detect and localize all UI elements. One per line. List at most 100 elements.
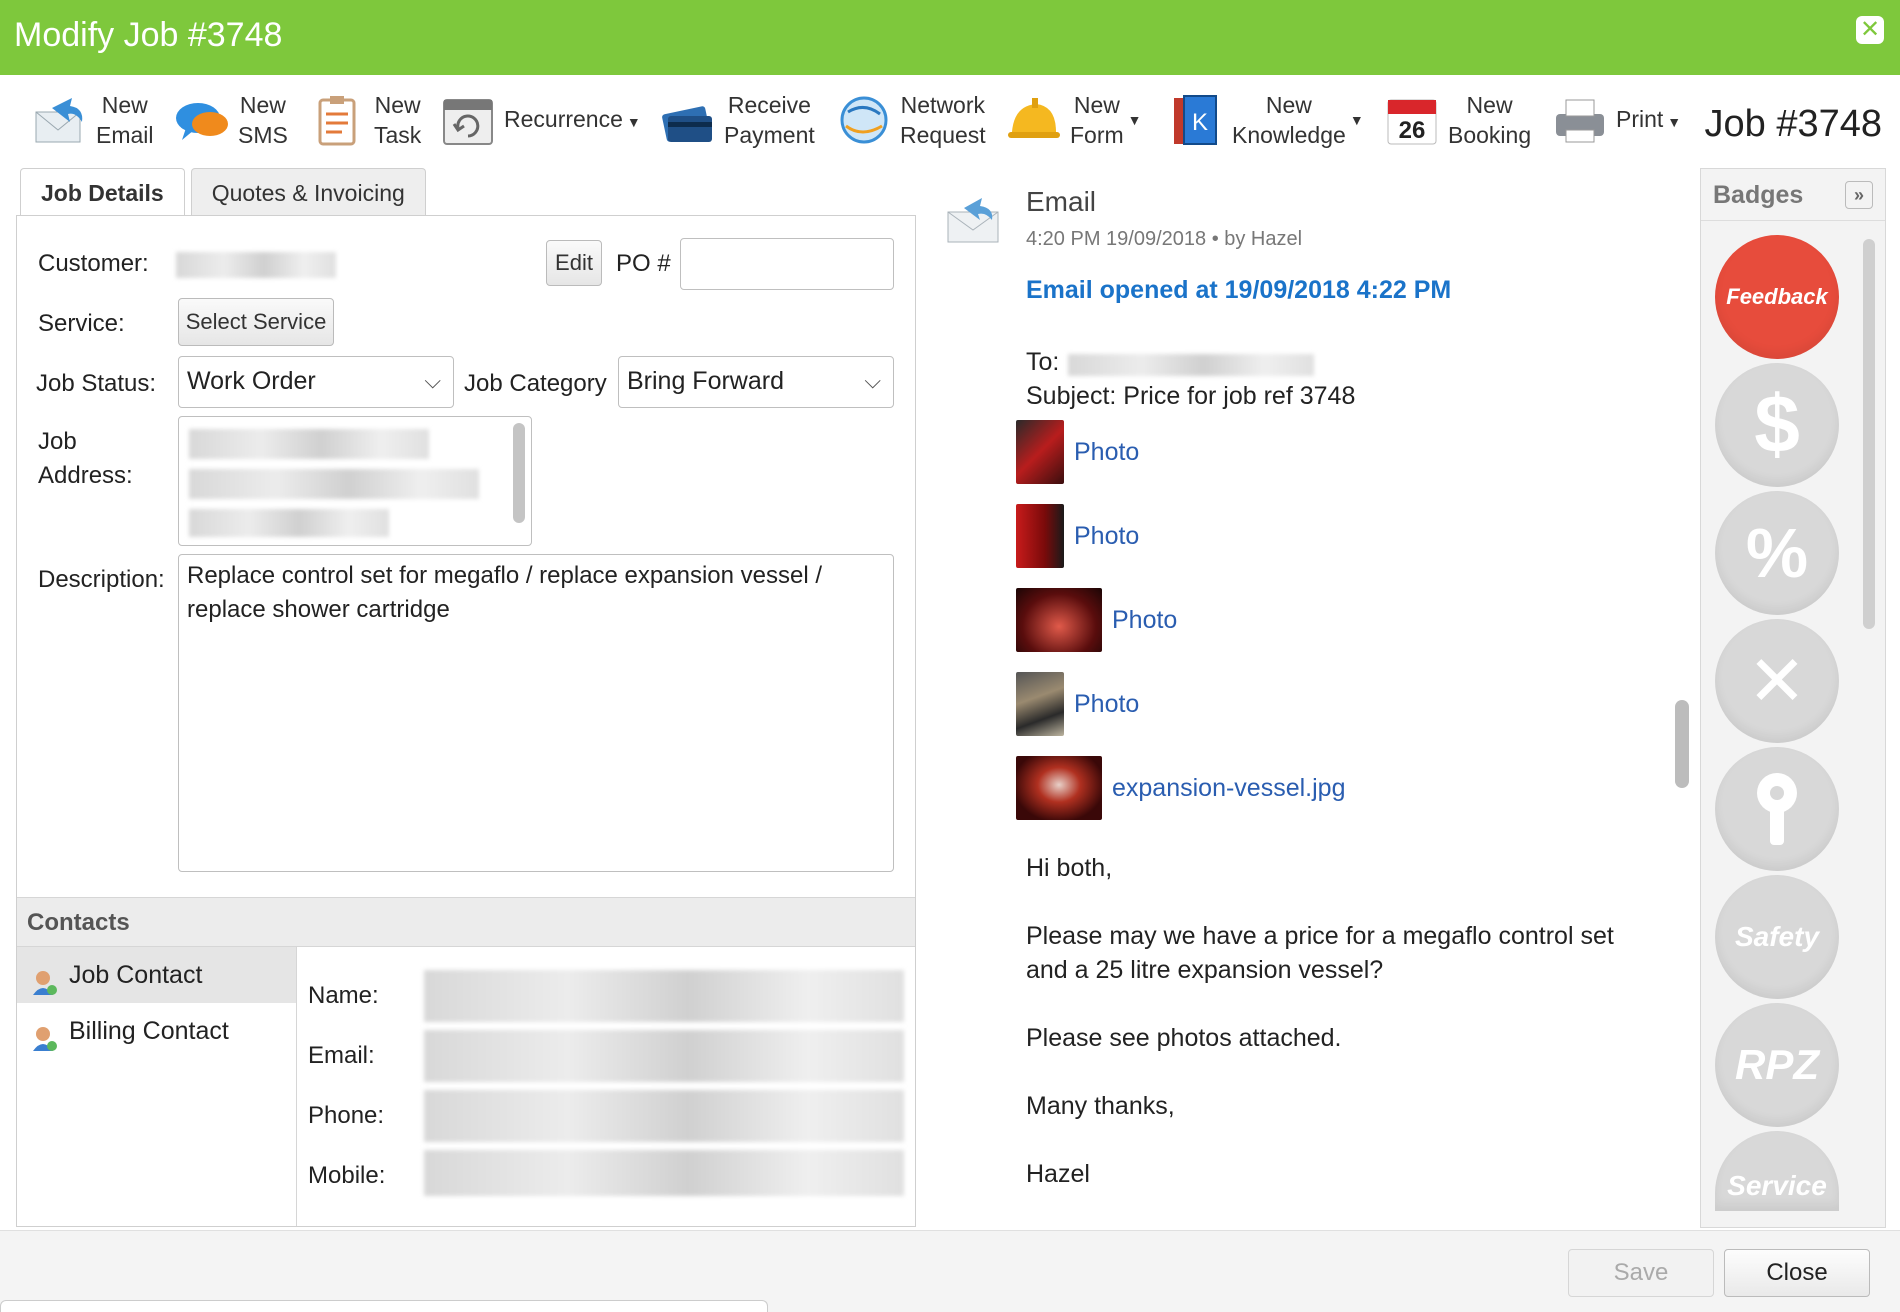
badge-percent-icon[interactable]: % — [1715, 491, 1839, 615]
description-label: Description: — [38, 566, 165, 593]
attachment-link[interactable]: Photo — [1074, 522, 1139, 551]
badge-dollar-icon[interactable]: $ — [1715, 363, 1839, 487]
po-number-input[interactable] — [680, 238, 894, 290]
contact-phone-redacted[interactable] — [424, 1090, 904, 1142]
network-request-label-1: Network — [900, 92, 986, 118]
new-email-button[interactable]: New Email — [32, 75, 154, 165]
badge-key-icon[interactable] — [1715, 747, 1839, 871]
email-recipient-redacted — [1068, 354, 1314, 376]
new-booking-button[interactable]: 26 New Booking — [1384, 75, 1531, 165]
new-knowledge-button[interactable]: K New Knowledge ▼ — [1168, 75, 1364, 165]
badges-heading: Badges » — [1701, 169, 1885, 221]
underlying-window-edge — [0, 1300, 768, 1312]
recurrence-icon — [440, 92, 496, 148]
service-label: Service: — [38, 310, 125, 337]
close-button[interactable]: Close — [1724, 1249, 1870, 1297]
caret-down-icon: ▼ — [1349, 112, 1364, 128]
contact-mobile-redacted[interactable] — [424, 1150, 904, 1196]
expand-panel-icon[interactable]: » — [1845, 181, 1873, 209]
job-category-select[interactable]: Bring Forward ⌵ — [618, 356, 894, 408]
new-sms-label-1: New — [239, 92, 286, 118]
address-scrollbar[interactable] — [513, 423, 525, 523]
job-address-label-line2: Address: — [38, 462, 133, 489]
badge-feedback[interactable]: Feedback — [1715, 235, 1839, 359]
email-body-line: Hazel — [1026, 1160, 1090, 1188]
network-globe-icon — [836, 92, 892, 148]
caret-down-icon: ▼ — [1667, 113, 1682, 130]
badge-rpz[interactable]: RPZ — [1715, 1003, 1839, 1127]
contact-email-label: Email: — [308, 1042, 375, 1069]
email-body-line: Please see photos attached. — [1026, 1024, 1342, 1052]
new-form-label-1: New — [1073, 92, 1120, 118]
email-subject: Subject: Price for job ref 3748 — [1026, 382, 1356, 410]
payment-card-icon — [660, 92, 716, 148]
edit-customer-button[interactable]: Edit — [546, 240, 602, 286]
badge-service[interactable]: Service — [1715, 1131, 1839, 1211]
attachment-item[interactable]: Photo — [1016, 420, 1139, 484]
job-address-textarea[interactable] — [178, 416, 532, 546]
new-knowledge-label-2: Knowledge — [1232, 122, 1346, 148]
new-sms-label-2: SMS — [238, 122, 288, 148]
email-opened-status: Email opened at 19/09/2018 4:22 PM — [1026, 276, 1452, 304]
chevron-down-icon: ⌵ — [864, 368, 881, 393]
close-window-icon[interactable]: ✕ — [1856, 16, 1884, 44]
attachment-item[interactable]: expansion-vessel.jpg — [1016, 756, 1345, 820]
tab-job-details[interactable]: Job Details — [20, 168, 185, 218]
receive-payment-label-1: Receive — [727, 92, 811, 118]
svg-text:K: K — [1192, 109, 1208, 136]
badges-panel: Badges » Feedback $ % ✕ Safety RPZ Servi… — [1700, 168, 1886, 1228]
job-category-label: Job Category — [464, 370, 607, 397]
recurrence-button[interactable]: Recurrence ▼ — [440, 75, 641, 165]
attachment-link[interactable]: Photo — [1074, 690, 1139, 719]
attachment-thumbnail — [1016, 588, 1102, 652]
job-address-label-line1: Job — [38, 428, 77, 455]
job-number-heading: Job #3748 — [1704, 103, 1883, 145]
form-helmet-icon — [1006, 92, 1062, 148]
tab-quotes-invoicing[interactable]: Quotes & Invoicing — [190, 168, 426, 216]
save-button[interactable]: Save — [1568, 1249, 1714, 1297]
job-status-select[interactable]: Work Order ⌵ — [178, 356, 454, 408]
email-title: Email — [1026, 186, 1097, 217]
badges-scrollbar[interactable] — [1863, 239, 1875, 629]
description-textarea[interactable]: Replace control set for megaflo / replac… — [178, 554, 894, 872]
chevron-down-icon: ⌵ — [424, 368, 441, 393]
new-sms-button[interactable]: New SMS — [174, 75, 288, 165]
attachment-link[interactable]: Photo — [1112, 606, 1177, 635]
email-panel-scrollbar[interactable] — [1675, 700, 1689, 788]
contact-item-label: Job Contact — [69, 961, 203, 989]
task-clipboard-icon — [310, 92, 366, 148]
attachment-link[interactable]: Photo — [1074, 438, 1139, 467]
attachment-item[interactable]: Photo — [1016, 672, 1139, 736]
address-line-redacted — [189, 429, 429, 459]
print-button[interactable]: Print ▼ — [1552, 75, 1681, 165]
attachment-item[interactable]: Photo — [1016, 588, 1177, 652]
email-body-line: Please may we have a price for a megaflo… — [1026, 922, 1614, 950]
new-form-button[interactable]: New Form ▼ — [1006, 75, 1142, 165]
attachment-link[interactable]: expansion-vessel.jpg — [1112, 774, 1345, 803]
address-line-redacted — [189, 509, 389, 537]
attachment-thumbnail — [1016, 672, 1064, 736]
new-task-button[interactable]: New Task — [310, 75, 421, 165]
contacts-heading: Contacts — [17, 897, 915, 947]
badge-safety[interactable]: Safety — [1715, 875, 1839, 999]
email-to: To: — [1026, 348, 1059, 377]
attachment-item[interactable]: Photo — [1016, 504, 1139, 568]
contact-item-job[interactable]: Job Contact — [17, 947, 296, 1003]
contact-item-billing[interactable]: Billing Contact — [17, 1003, 296, 1059]
contact-name-label: Name: — [308, 982, 379, 1009]
network-request-button[interactable]: Network Request — [836, 75, 986, 165]
receive-payment-button[interactable]: Receive Payment — [660, 75, 815, 165]
email-meta: 4:20 PM 19/09/2018 • by Hazel — [1026, 228, 1303, 250]
email-body-line: and a 25 litre expansion vessel? — [1026, 956, 1384, 984]
email-icon — [32, 92, 88, 148]
contact-name-redacted[interactable] — [424, 970, 904, 1022]
window-titlebar: Modify Job #3748 ✕ — [0, 0, 1900, 75]
select-service-button[interactable]: Select Service — [178, 298, 334, 346]
contact-email-redacted[interactable] — [424, 1030, 904, 1082]
attachment-thumbnail — [1016, 756, 1102, 820]
recurrence-label: Recurrence — [504, 105, 623, 132]
badge-cross-icon[interactable]: ✕ — [1715, 619, 1839, 743]
po-label: PO # — [616, 250, 671, 277]
contact-type-list: Job Contact Billing Contact — [17, 947, 297, 1226]
job-status-value: Work Order — [187, 367, 316, 395]
